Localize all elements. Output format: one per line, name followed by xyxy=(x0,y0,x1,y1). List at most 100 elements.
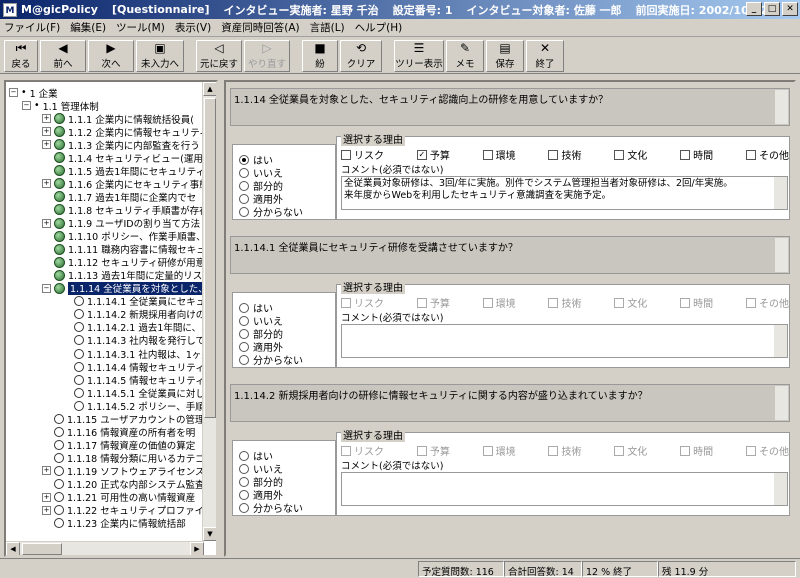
comment-scrollbar[interactable] xyxy=(774,177,787,209)
reason-checkbox[interactable]: 環境 xyxy=(482,148,516,162)
tree-node[interactable]: 1.1.17 情報資産の価値の算定 xyxy=(42,438,195,451)
answer-option[interactable]: 分からない xyxy=(233,501,335,515)
checkbox-icon[interactable] xyxy=(548,149,559,160)
menu-item[interactable]: 表示(V) xyxy=(175,20,211,35)
radio-icon[interactable] xyxy=(239,315,249,326)
answer-option[interactable]: 分からない xyxy=(233,353,335,367)
tree-node[interactable]: 1.1.23 企業内に情報統括部 xyxy=(42,517,186,530)
question-tree[interactable]: − • 1 企業 − • 1.1 管理体制 +1.1.1 企業内に情報統括役員(+1.1.2… xyxy=(4,80,218,557)
tree-expander-icon[interactable]: + xyxy=(42,505,51,515)
tree-expander-icon[interactable]: − xyxy=(42,283,51,293)
tree-expander-icon[interactable]: + xyxy=(42,127,51,137)
toolbar-button-8[interactable]: ☰ ツリー表示 xyxy=(394,39,444,72)
scroll-right-button[interactable]: ▶ xyxy=(190,542,204,555)
toolbar-button-10[interactable]: ▤ 保存 xyxy=(486,39,524,72)
tree-node[interactable]: +1.1.21 可用性の高い情報資産 xyxy=(42,491,195,504)
radio-icon[interactable] xyxy=(239,476,249,487)
tree-node[interactable]: 1.1.14.2 新規採用者向けの xyxy=(62,308,205,321)
radio-icon[interactable] xyxy=(239,489,249,500)
tree-node[interactable]: 1.1.14.5.1 全従業員に対し xyxy=(62,386,205,399)
checkbox-icon[interactable]: ✓ xyxy=(416,149,427,160)
tree-expander-icon[interactable]: − xyxy=(22,101,31,111)
tree-node[interactable]: 1.1.14.4 情報セキュリティに関 xyxy=(62,360,216,373)
question-scrollbar[interactable] xyxy=(775,386,788,420)
tree-node[interactable]: 1.1.11 職務内容書に情報セキュ xyxy=(42,243,206,256)
toolbar-button-2[interactable]: ▶ 次へ xyxy=(88,39,134,72)
scroll-down-button[interactable]: ▼ xyxy=(203,527,216,541)
scroll-thumb-horizontal[interactable] xyxy=(22,543,62,555)
tree-node[interactable]: 1.1.18 情報分類に用いるカテゴ xyxy=(42,451,205,464)
radio-icon[interactable] xyxy=(239,302,249,313)
answer-option[interactable]: 部分的 xyxy=(233,327,335,341)
tree-horizontal-scrollbar[interactable]: ◀ ▶ xyxy=(6,541,204,555)
tree-expander-icon[interactable]: + xyxy=(42,140,51,150)
checkbox-icon[interactable] xyxy=(614,149,625,160)
tree-expander-icon[interactable]: + xyxy=(42,114,51,124)
answer-option[interactable]: はい xyxy=(233,153,335,167)
tree-expander-icon[interactable]: + xyxy=(42,218,51,228)
radio-icon[interactable] xyxy=(239,180,249,191)
tree-node[interactable]: +1.1.19 ソフトウェアライセンスを自( xyxy=(42,464,216,477)
question-scrollbar[interactable] xyxy=(775,90,788,124)
radio-icon[interactable] xyxy=(239,463,249,474)
reason-checkbox[interactable]: 文化 xyxy=(614,148,647,162)
menu-item[interactable]: ヘルプ(H) xyxy=(355,20,403,35)
menu-item[interactable]: ツール(M) xyxy=(116,20,165,35)
tree-node[interactable]: 1.1.14.3.1 社内報は、1ヶ月( xyxy=(62,347,215,360)
tree-node[interactable]: 1.1.14.1 全従業員にセキュリ xyxy=(62,295,215,308)
tree-expander-icon[interactable]: + xyxy=(42,179,51,189)
answer-option[interactable]: 部分的 xyxy=(233,475,335,489)
tree-node[interactable]: 1.1.14.5 情報セキュリティ研修 xyxy=(62,373,216,386)
radio-icon[interactable] xyxy=(239,206,249,217)
tree-node[interactable]: 1.1.16 情報資産の所有者を明 xyxy=(42,425,195,438)
toolbar-button-3[interactable]: ▣ 未入力へ xyxy=(136,39,184,72)
tree-vertical-scrollbar[interactable]: ▲ ▼ xyxy=(202,82,216,541)
reason-checkbox[interactable]: その他 xyxy=(745,148,789,162)
toolbar-button-1[interactable]: ◀ 前へ xyxy=(40,39,86,72)
tree-expander-icon[interactable]: + xyxy=(42,466,51,476)
toolbar-button-11[interactable]: ✕ 終了 xyxy=(526,39,564,72)
radio-icon[interactable] xyxy=(239,354,249,365)
radio-icon[interactable] xyxy=(239,502,249,513)
tree-expander-icon[interactable]: − xyxy=(9,88,18,97)
toolbar-button-7[interactable]: ⟲ クリア xyxy=(340,39,382,72)
answer-option[interactable]: 分からない xyxy=(233,205,335,219)
radio-icon[interactable] xyxy=(239,341,249,352)
tree-node[interactable]: 1.1.14.2.1 過去1年間に、ボ xyxy=(62,321,211,334)
radio-icon[interactable] xyxy=(239,193,249,204)
scroll-thumb[interactable] xyxy=(204,98,216,418)
toolbar-button-6[interactable]: ■ 紛 xyxy=(302,39,338,72)
checkbox-icon[interactable] xyxy=(482,149,493,160)
menu-item[interactable]: 編集(E) xyxy=(70,20,106,35)
close-button[interactable]: ✕ xyxy=(782,2,798,16)
tree-node[interactable]: 1.1.4 セキュリティビュー(運用や xyxy=(42,151,212,164)
tree-node[interactable]: 1.1.14.3 社内報を発行してい xyxy=(62,334,215,347)
radio-icon[interactable] xyxy=(239,154,249,165)
comment-scrollbar[interactable] xyxy=(774,325,787,357)
tree-node[interactable]: 1.1.13 過去1年間に定量的リス xyxy=(42,269,202,282)
menu-item[interactable]: 言語(L) xyxy=(310,20,345,35)
tree-node[interactable]: − 1.1.14 全従業員を対象とした、セ xyxy=(42,281,216,295)
toolbar-button-0[interactable]: ⏮ 戻る xyxy=(4,39,38,72)
tree-node[interactable]: +1.1.1 企業内に情報統括役員( xyxy=(42,112,194,125)
reason-checkbox[interactable]: 時間 xyxy=(680,148,713,162)
comment-field[interactable] xyxy=(341,324,788,358)
answer-option[interactable]: いいえ xyxy=(233,166,335,180)
radio-icon[interactable] xyxy=(239,328,249,339)
tree-node[interactable]: 1.1.15 ユーザアカウントの管理の xyxy=(42,412,214,425)
minimize-button[interactable]: _ xyxy=(746,2,762,16)
tree-expander-icon[interactable]: + xyxy=(42,492,51,502)
toolbar-button-4[interactable]: ◁ 元に戻す xyxy=(196,39,242,72)
reason-checkbox[interactable]: 技術 xyxy=(548,148,581,162)
tree-node[interactable]: +1.1.22 セキュリティプロファイルを入 xyxy=(42,504,216,517)
tree-node[interactable]: +1.1.6 企業内にセキュリティ事態が xyxy=(42,177,216,190)
reason-checkbox[interactable]: リスク xyxy=(341,148,384,162)
comment-field[interactable]: 全従業員対象研修は、3回/年に実施。別件でシステム管理担当者対象研修は、2回/年… xyxy=(341,176,788,210)
reason-checkbox[interactable]: ✓ 予算 xyxy=(416,148,450,162)
tree-node[interactable]: 1.1.7 過去1年間に企業内でセ xyxy=(42,190,196,203)
maximize-button[interactable]: □ xyxy=(764,2,780,16)
radio-icon[interactable] xyxy=(239,167,249,178)
tree-node[interactable]: 1.1.20 正式な内部システム監査 xyxy=(42,478,204,491)
tree-node[interactable]: 1.1.8 セキュリティ手順書が存在 xyxy=(42,203,209,216)
tree-node[interactable]: +1.1.9 ユーザIDの割り当て方法 xyxy=(42,217,200,230)
